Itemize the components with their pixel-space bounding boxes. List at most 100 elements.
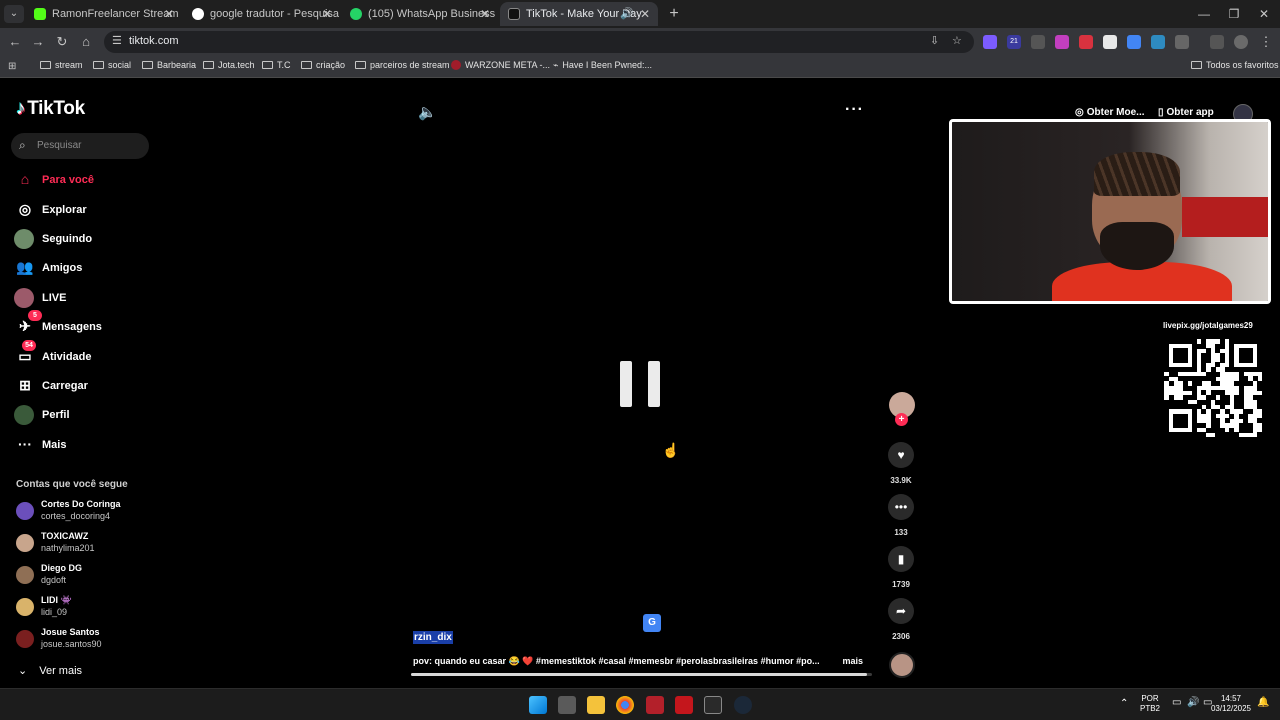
all-bookmarks-folder[interactable]: Todos os favoritos <box>1191 60 1279 70</box>
pen-extension-icon[interactable] <box>1031 35 1045 49</box>
extension-badge-icon[interactable]: 21 <box>1007 35 1021 49</box>
home-button[interactable]: ⌂ <box>76 32 96 52</box>
video-progress[interactable] <box>411 673 872 676</box>
extension-icon[interactable] <box>983 35 997 49</box>
tab-tiktok[interactable]: TikTok - Make Your Day 🔊 ✕ <box>500 2 658 26</box>
forward-button[interactable]: → <box>28 32 48 52</box>
bookmark-folder[interactable]: parceiros de stream <box>355 60 450 70</box>
tab-google[interactable]: google tradutor - Pesquisa Goo ✕ <box>184 2 340 26</box>
extension-icon[interactable] <box>1103 35 1117 49</box>
chevron-up-icon[interactable]: ⌃ <box>1120 699 1128 709</box>
close-window-button[interactable]: ✕ <box>1249 4 1279 24</box>
extension-icon[interactable] <box>1151 35 1165 49</box>
bookmark-folder[interactable]: stream <box>40 60 83 70</box>
bookmark-folder[interactable]: Barbearia <box>142 60 196 70</box>
follow-plus-icon[interactable]: + <box>895 413 908 426</box>
voicemeeter-icon[interactable] <box>646 696 664 714</box>
address-bar[interactable]: ☰ tiktok.com ⇩ ☆ <box>104 31 974 53</box>
puzzle-icon[interactable] <box>1175 35 1189 49</box>
comment-button[interactable]: ••• <box>888 494 914 520</box>
bookmark-folder[interactable]: Jota.tech <box>203 60 255 70</box>
more-link[interactable]: mais <box>842 656 863 666</box>
reload-button[interactable]: ↻ <box>52 32 72 52</box>
bookmark-folder[interactable]: T.C <box>262 60 291 70</box>
close-icon[interactable]: ✕ <box>322 2 332 26</box>
file-explorer-icon[interactable] <box>587 696 605 714</box>
share-button[interactable]: ➦ <box>888 598 914 624</box>
nav-activity[interactable]: ▭ 54 Atividade <box>16 340 92 368</box>
new-tab-button[interactable]: + <box>664 4 684 24</box>
profile-icon[interactable] <box>1234 35 1248 49</box>
search-input[interactable]: ⌕ Pesquisar <box>11 133 149 159</box>
network-icon[interactable]: ▭ <box>1172 698 1181 708</box>
music-disc-icon[interactable] <box>889 652 915 678</box>
nav-upload[interactable]: ⊞ Carregar <box>16 375 88 397</box>
bookmark-link[interactable]: ⌁ Have I Been Pwned:... <box>553 60 652 71</box>
translate-extension-icon[interactable] <box>1127 35 1141 49</box>
nav-messages[interactable]: ✈ 5 Mensagens <box>16 310 102 338</box>
tab-whatsapp[interactable]: (105) WhatsApp Business ✕ <box>342 2 498 26</box>
video-author[interactable]: rzin_dix <box>413 631 453 644</box>
folder-icon <box>203 61 214 69</box>
notification-bell-icon[interactable]: 🔔 <box>1257 698 1269 708</box>
nav-profile[interactable]: Perfil <box>14 404 70 426</box>
save-button[interactable]: ▮ <box>888 546 914 572</box>
bookmark-folder[interactable]: social <box>93 60 131 70</box>
epic-games-icon[interactable] <box>704 696 722 714</box>
reading-list-icon[interactable] <box>1210 35 1224 49</box>
avatar <box>14 288 34 308</box>
nav-for-you[interactable]: ⌂ Para você <box>16 169 94 191</box>
tiktok-logo[interactable]: ♪ TikTok <box>16 98 85 120</box>
nav-following[interactable]: Seguindo <box>14 228 92 250</box>
back-button[interactable]: ← <box>5 32 25 52</box>
site-info-icon[interactable]: ☰ <box>112 34 122 47</box>
qr-module <box>1196 381 1202 386</box>
extension-icon[interactable] <box>1079 35 1093 49</box>
tab-search-icon[interactable]: ⌄ <box>4 5 24 23</box>
install-app-icon[interactable]: ⇩ <box>930 34 939 47</box>
app-icon[interactable] <box>675 696 693 714</box>
restore-button[interactable]: ❐ <box>1219 4 1249 24</box>
keyboard-language[interactable]: POR PTB2 <box>1140 694 1160 714</box>
chrome-icon[interactable] <box>616 696 634 714</box>
pause-icon[interactable] <box>619 361 661 407</box>
close-icon[interactable]: ✕ <box>640 2 650 26</box>
nav-live[interactable]: LIVE <box>14 287 66 309</box>
speaker-icon[interactable]: 🔊 <box>620 2 634 26</box>
nav-more[interactable]: ··· Mais <box>16 434 66 456</box>
video-description: pov: quando eu casar 😂 ❤️ #memestiktok #… <box>413 656 863 666</box>
minimize-button[interactable]: — <box>1189 4 1219 24</box>
more-options-icon[interactable]: ··· <box>845 101 864 119</box>
menu-icon[interactable]: ⋮ <box>1256 32 1276 52</box>
progress-fill <box>411 673 868 676</box>
clock[interactable]: 14:57 03/12/2025 <box>1208 694 1254 714</box>
close-icon[interactable]: ✕ <box>164 2 174 26</box>
share-icon: ➦ <box>895 604 907 618</box>
volume-icon[interactable]: 🔈 <box>418 103 437 121</box>
qr-module <box>1168 381 1174 386</box>
more-icon: ··· <box>18 436 32 452</box>
avatar <box>16 566 34 584</box>
google-translate-icon[interactable]: G <box>643 614 661 632</box>
windows-start-icon[interactable] <box>529 696 547 714</box>
apps-grid-icon[interactable]: ⊞ <box>8 61 16 72</box>
phone-icon: ▯ <box>1158 107 1164 118</box>
speaker-icon[interactable]: 🔊 <box>1187 698 1199 708</box>
close-icon[interactable]: ✕ <box>480 2 490 26</box>
bookmark-folder[interactable]: criação <box>301 60 345 70</box>
bookmark-link[interactable]: WARZONE META -... <box>451 60 550 70</box>
nav-friends[interactable]: 👥 Amigos <box>16 257 82 279</box>
bookmark-star-icon[interactable]: ☆ <box>952 34 962 47</box>
tab-kick[interactable]: RamonFreelancer Stream - Wat ✕ <box>26 2 182 26</box>
qr-module <box>1215 409 1221 414</box>
qr-module <box>1192 367 1197 372</box>
url-text: tiktok.com <box>129 35 179 47</box>
task-view-icon[interactable] <box>558 696 576 714</box>
qr-module <box>1201 409 1207 414</box>
see-more-button[interactable]: ⌄ Ver mais <box>18 664 82 677</box>
nav-explore[interactable]: ◎ Explorar <box>16 199 87 221</box>
qr-module <box>1220 343 1225 349</box>
like-button[interactable]: ♥ <box>888 442 914 468</box>
steam-icon[interactable] <box>734 696 752 714</box>
extension-icon[interactable] <box>1055 35 1069 49</box>
